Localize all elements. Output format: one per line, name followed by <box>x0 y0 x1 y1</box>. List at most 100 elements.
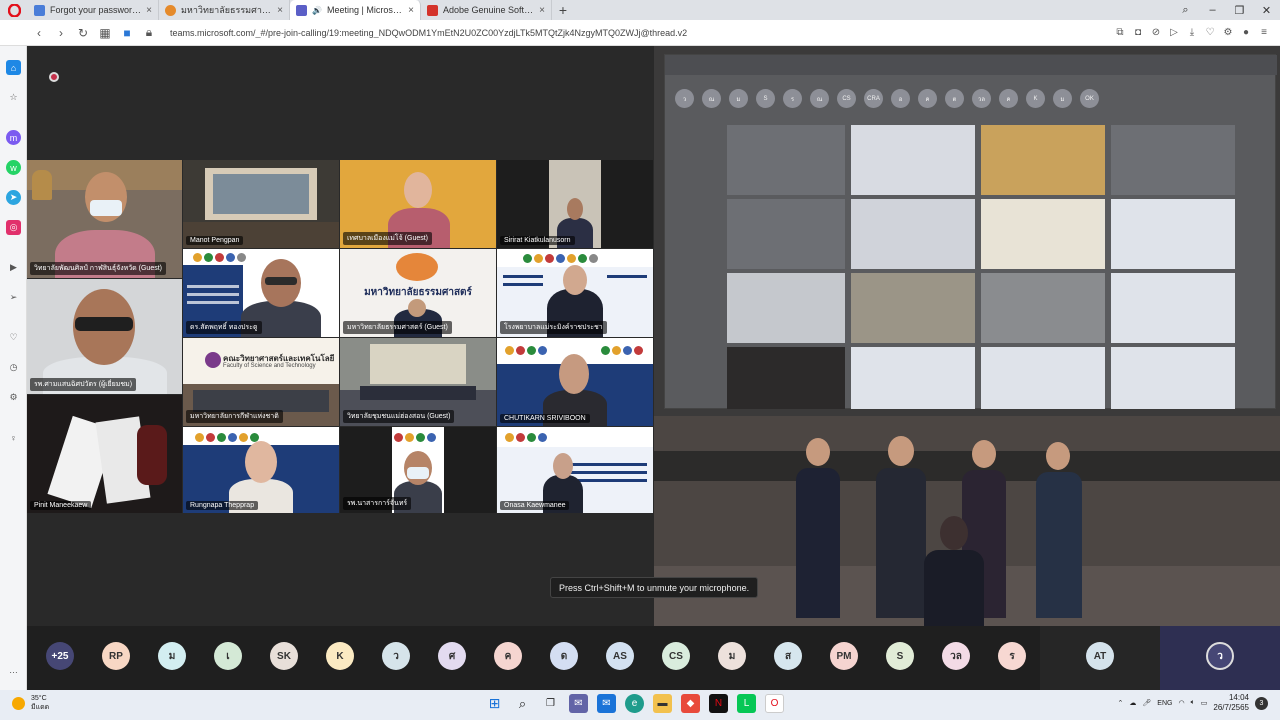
participant-avatar[interactable]: ร <box>998 642 1026 670</box>
recording-indicator-icon[interactable] <box>49 72 59 82</box>
wifi-icon[interactable]: ◠ <box>1178 699 1184 707</box>
file-explorer-icon[interactable]: ▬ <box>653 694 672 713</box>
participant-avatar[interactable]: ว <box>382 642 410 670</box>
vpn-icon[interactable]: ⊘ <box>1150 27 1162 39</box>
home-icon[interactable]: ⌂ <box>6 60 21 75</box>
opera-taskbar-icon[interactable]: O <box>765 694 784 713</box>
tray-chevron-icon[interactable]: ⌃ <box>1118 699 1124 707</box>
tabs-grid-icon[interactable]: ▦ <box>94 26 116 40</box>
tips-icon[interactable]: ♀ <box>6 430 21 445</box>
telegram-icon[interactable]: ➤ <box>6 190 21 205</box>
video-tile[interactable]: Rungnapa Thepprap <box>183 427 339 513</box>
whatsapp-icon[interactable]: w <box>6 160 21 175</box>
video-tile[interactable]: CHUTIKARN SRIVIBOON <box>497 338 653 426</box>
video-tile[interactable]: มหาวิทยาลัยธรรมศาสตร์ มหาวิทยาลัยธรรมศาส… <box>340 249 496 337</box>
browser-tab[interactable]: Adobe Genuine Software × <box>421 0 552 20</box>
notification-badge[interactable]: 3 <box>1255 696 1268 710</box>
close-tab-icon[interactable]: × <box>277 5 283 16</box>
participant-avatar[interactable]: SK <box>270 642 298 670</box>
video-tile[interactable]: รพ.นาสารการ์จันทร์ <box>340 427 496 513</box>
browser-tab[interactable]: มหาวิทยาลัยธรรมศาสตร์ × <box>159 0 290 20</box>
browser-tab[interactable]: Forgot your password? - Z × <box>28 0 159 20</box>
participant-avatar[interactable]: วล <box>942 642 970 670</box>
video-tile[interactable]: Manot Pengpan <box>183 160 339 248</box>
heart-icon[interactable]: ♡ <box>6 330 21 345</box>
video-tile[interactable]: Pinit Maneekaew <box>27 395 182 513</box>
messenger-icon[interactable]: m <box>6 130 21 145</box>
volume-icon[interactable]: 🔈︎ <box>1191 699 1195 707</box>
participant-avatar[interactable]: CS <box>662 642 690 670</box>
more-icon[interactable]: ≡ <box>1258 27 1270 39</box>
task-view-icon[interactable]: ❐ <box>541 694 560 713</box>
video-tile[interactable]: Onasa Kaewmanee <box>497 427 653 513</box>
participant-avatar[interactable]: PM <box>830 642 858 670</box>
edge-icon[interactable]: e <box>625 694 644 713</box>
bookmarks-icon[interactable]: ☆ <box>6 90 21 105</box>
video-tile[interactable]: โรงพยาบาลแม่ระมิงค์ราชประชา <box>497 249 653 337</box>
language-indicator[interactable]: ENG <box>1157 700 1172 707</box>
more-participants-button[interactable]: +25 <box>46 642 74 670</box>
new-tab-button[interactable]: + <box>552 0 574 20</box>
netflix-icon[interactable]: N <box>709 694 728 713</box>
battery-icon[interactable]: ▭ <box>1201 699 1208 707</box>
download-icon[interactable]: ⤓ <box>1186 27 1198 39</box>
minimize-icon[interactable]: – <box>1199 4 1226 16</box>
close-tab-icon[interactable]: × <box>408 5 414 16</box>
onedrive-icon[interactable]: ☁ <box>1129 699 1136 707</box>
video-tile[interactable]: วิทยาลัยชุมชนแม่ฮ่องสอน (Guest) <box>340 338 496 426</box>
anydesk-icon[interactable]: ◆ <box>681 694 700 713</box>
participant-avatar[interactable]: AS <box>606 642 634 670</box>
chat-icon[interactable]: ✉ <box>569 694 588 713</box>
easy-setup-icon[interactable]: ⚙ <box>1222 27 1234 39</box>
participant-avatar-at[interactable]: AT <box>1086 642 1114 670</box>
url-field[interactable]: teams.microsoft.com/_#/pre-join-calling/… <box>170 28 1114 38</box>
microphone-icon[interactable]: 🎤︎ <box>1142 699 1151 707</box>
snapshot-icon[interactable]: ◘ <box>1132 27 1144 39</box>
player-sidebar-icon[interactable]: ▶ <box>6 260 21 275</box>
reload-icon[interactable]: ↻ <box>72 26 94 40</box>
participant-avatar[interactable]: ด <box>550 642 578 670</box>
participant-avatar[interactable]: ม <box>158 642 186 670</box>
settings-icon[interactable]: ⚙ <box>6 390 21 405</box>
maximize-icon[interactable]: ❐ <box>1226 4 1253 17</box>
line-icon[interactable]: L <box>737 694 756 713</box>
mail-icon[interactable]: ✉ <box>597 694 616 713</box>
video-tile[interactable]: คณะวิทยาศาสตร์และเทคโนโลยี Faculty of Sc… <box>183 338 339 426</box>
close-tab-icon[interactable]: × <box>146 5 152 16</box>
lock-icon[interactable]: 🔒︎ <box>138 25 160 40</box>
participant-avatar[interactable]: ค <box>494 642 522 670</box>
forward-icon[interactable]: › <box>50 26 72 40</box>
video-tile[interactable]: Sirirat Kiatkulanusorn <box>497 160 653 248</box>
instagram-icon[interactable]: ◎ <box>6 220 21 235</box>
history-icon[interactable]: ◷ <box>6 360 21 375</box>
close-tab-icon[interactable]: × <box>539 5 545 16</box>
search-tabs-icon[interactable]: ⌕ <box>1172 4 1199 17</box>
participant-avatar[interactable]: เ <box>214 642 242 670</box>
clock[interactable]: 14:04 26/7/2565 <box>1213 693 1249 713</box>
video-tile[interactable]: ดร.สัตพฤทธิ์ ทองประดู <box>183 249 339 337</box>
favorites-icon[interactable]: ♡ <box>1204 27 1216 39</box>
video-tile[interactable]: วิทยาลัยพัฒนศิลป์ กาฬสินธุ์จังหวัด (Gues… <box>27 160 182 278</box>
player-icon[interactable]: ▷ <box>1168 27 1180 39</box>
weather-widget[interactable]: 35°C มีแดด <box>12 694 49 712</box>
search-icon[interactable]: ⌕ <box>513 694 532 713</box>
participant-avatar[interactable]: ส <box>774 642 802 670</box>
video-tile[interactable]: รพ.ศามแสนฉิศปวัตร (ผู้เยี่ยมชม) <box>27 279 182 394</box>
audio-playing-icon[interactable]: 🔊 <box>312 6 322 15</box>
participant-avatar[interactable]: K <box>326 642 354 670</box>
participant-avatar[interactable]: ศ <box>438 642 466 670</box>
self-avatar[interactable]: ว <box>1206 642 1234 670</box>
camera-in-use-icon[interactable]: ■ <box>116 26 138 40</box>
participant-avatar[interactable]: RP <box>102 642 130 670</box>
sidebar-more-icon[interactable]: … <box>6 662 21 677</box>
profile-icon[interactable]: ● <box>1240 27 1252 39</box>
back-icon[interactable]: ‹ <box>28 26 50 40</box>
spotlight-video-feed[interactable]: ว ณ ม S ร ณ CS CRA อ ค ต วล ค K ม OK <box>654 46 1280 626</box>
close-window-icon[interactable]: ✕ <box>1253 4 1280 17</box>
extensions-icon[interactable]: ⧉ <box>1114 27 1126 39</box>
participant-avatar[interactable]: S <box>886 642 914 670</box>
video-tile[interactable]: เทศบาลเมืองแม่โจ้ (Guest) <box>340 160 496 248</box>
start-button-icon[interactable]: ⊞ <box>485 694 504 713</box>
participant-avatar[interactable]: ม <box>718 642 746 670</box>
browser-tab-active[interactable]: 🔊 Meeting | Microsoft Tea × <box>290 0 421 20</box>
